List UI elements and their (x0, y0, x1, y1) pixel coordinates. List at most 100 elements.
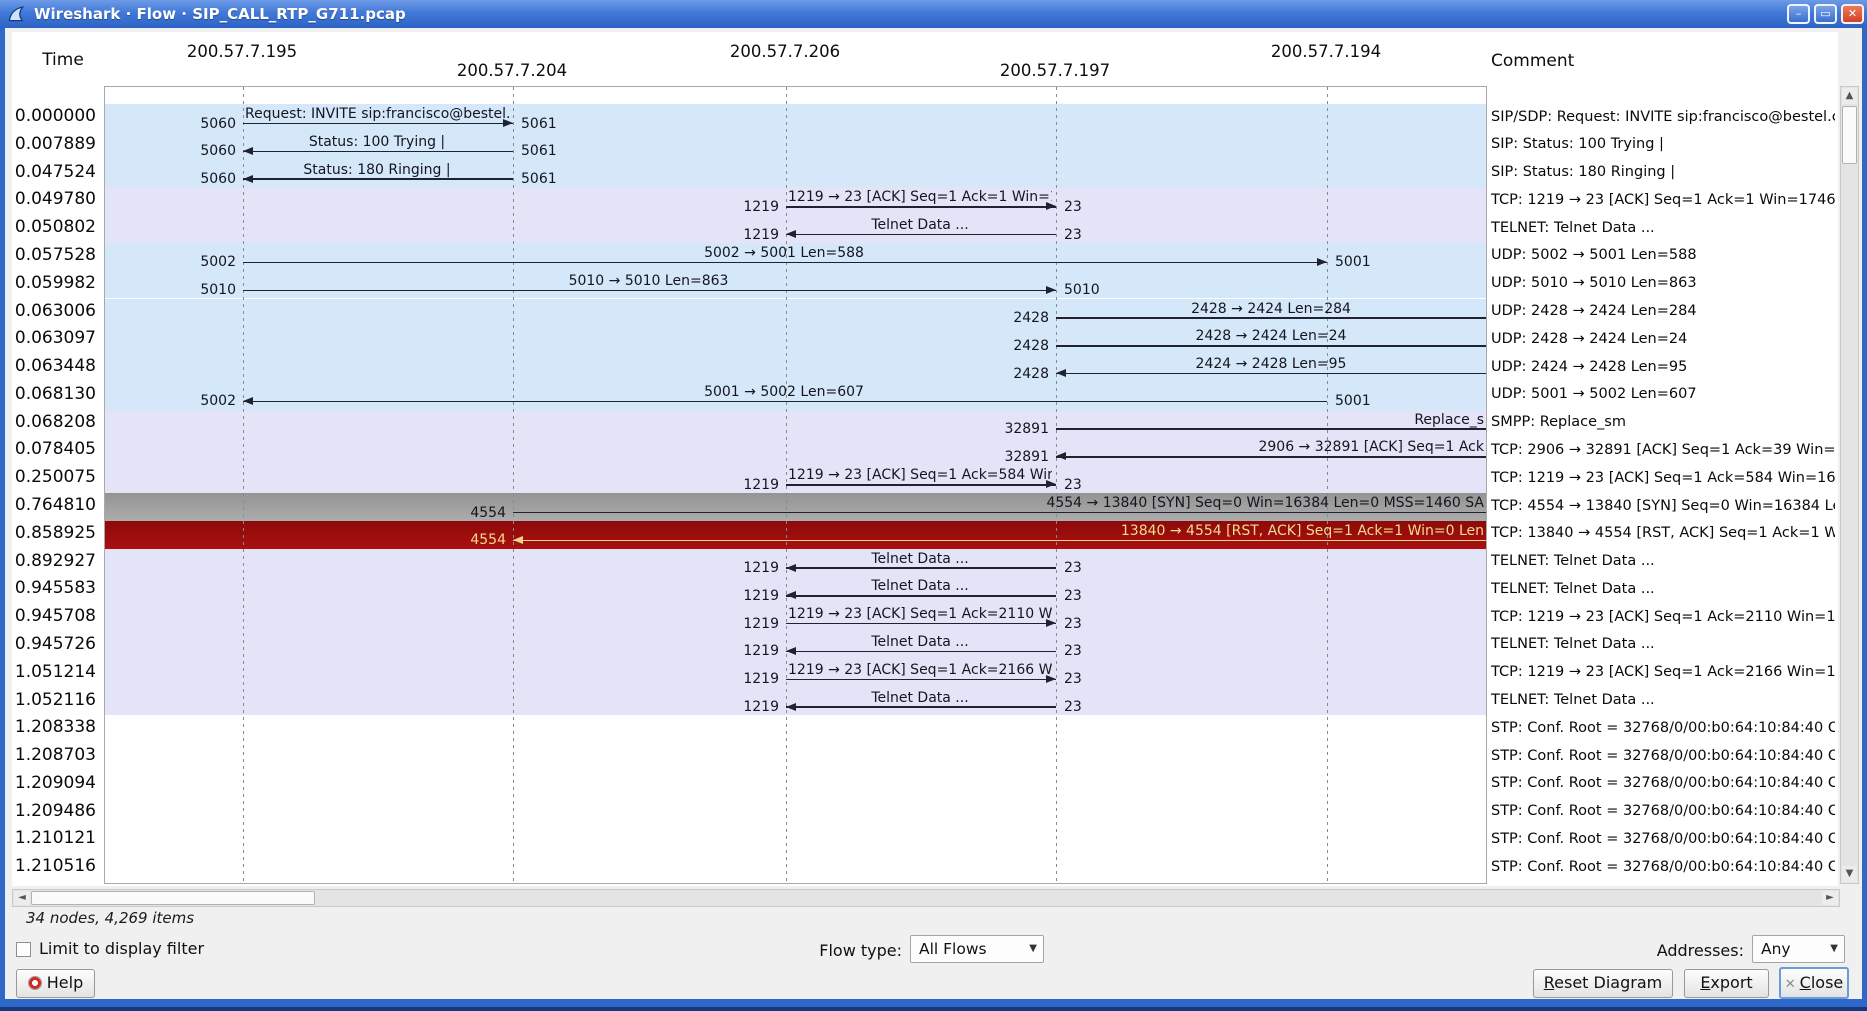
comment-value: STP: Conf. Root = 32768/0/00:b0:64:10:84… (1491, 802, 1835, 820)
flow-arrow-line (786, 651, 1056, 653)
flow-arrow-label: Request: INVITE sip:francisco@bestel.c..… (245, 106, 509, 123)
src-port-label: 1219 (694, 227, 779, 243)
comment-value: TELNET: Telnet Data ... (1491, 219, 1835, 237)
dst-port-label: 23 (1064, 588, 1149, 604)
comment-value: SIP/SDP: Request: INVITE sip:francisco@b… (1491, 108, 1835, 126)
limit-display-filter-checkbox[interactable] (16, 942, 31, 957)
comment-value: STP: Conf. Root = 32768/0/00:b0:64:10:84… (1491, 774, 1835, 792)
time-value: 0.892927 (8, 552, 96, 571)
window-title: Wireshark · Flow · SIP_CALL_RTP_G711.pca… (34, 5, 406, 23)
window-border-left (0, 28, 5, 1011)
scroll-right-icon[interactable]: ► (1822, 891, 1838, 905)
window-close-button[interactable]: ✕ (1841, 4, 1864, 24)
flow-arrow-line (786, 595, 1056, 597)
src-port-label: 1219 (694, 671, 779, 687)
flow-row-stripe[interactable] (105, 799, 1487, 827)
flow-arrow-line (243, 123, 513, 125)
flow-arrow-label: Status: 100 Trying | (245, 134, 509, 151)
src-port-label: 1219 (694, 560, 779, 576)
flow-arrow-label: 2428 → 2424 Len=24 (1058, 328, 1484, 345)
src-port-label: 5060 (151, 143, 236, 159)
time-value: 0.063006 (8, 302, 96, 321)
flow-arrow-label: 1219 → 23 [ACK] Seq=1 Ack=2166 Win... (788, 662, 1052, 679)
scroll-left-icon[interactable]: ◄ (14, 891, 30, 905)
flow-arrow-line (243, 151, 513, 153)
flow-arrow-line (1056, 428, 1487, 430)
horizontal-scroll-thumb[interactable] (31, 891, 315, 905)
src-port-label: 2428 (964, 366, 1049, 382)
comment-value: SMPP: Replace_sm (1491, 413, 1835, 431)
comment-value: TELNET: Telnet Data ... (1491, 580, 1835, 598)
dst-port-label: 23 (1064, 560, 1149, 576)
flow-diagram[interactable]: Request: INVITE sip:francisco@bestel.c..… (104, 86, 1487, 884)
time-value: 1.208703 (8, 746, 96, 765)
comment-value: UDP: 2428 → 2424 Len=24 (1491, 330, 1835, 348)
flow-arrow-line (786, 706, 1056, 708)
time-column-header: Time (30, 50, 96, 70)
time-value: 0.945708 (8, 607, 96, 626)
horizontal-scrollbar[interactable]: ◄ ► (12, 889, 1840, 907)
lifeline (243, 87, 244, 884)
comment-value: UDP: 5001 → 5002 Len=607 (1491, 385, 1835, 403)
help-button[interactable]: Help (16, 969, 95, 998)
flow-type-select[interactable]: All Flows ▼ (910, 935, 1044, 963)
src-port-label: 4554 (421, 505, 506, 521)
chevron-down-icon: ▼ (1830, 936, 1838, 962)
comment-value: STP: Conf. Root = 32768/0/00:b0:64:10:84… (1491, 830, 1835, 848)
close-button[interactable]: ✕Close (1779, 967, 1849, 999)
addresses-select[interactable]: Any ▼ (1752, 935, 1845, 963)
limit-display-filter-label[interactable]: Limit to display filter (39, 939, 204, 958)
status-text: 34 nodes, 4,269 items (26, 909, 194, 927)
flow-arrow-label: 13840 → 4554 [RST, ACK] Seq=1 Ack=1 Win=… (515, 523, 1484, 540)
flow-arrow-line (1056, 317, 1487, 319)
comment-value: SIP: Status: 100 Trying | (1491, 135, 1835, 153)
export-button[interactable]: Export (1684, 969, 1769, 998)
time-value: 0.047524 (8, 163, 96, 182)
dst-port-label: 5061 (521, 143, 606, 159)
flow-arrow-label: Telnet Data ... (788, 690, 1052, 707)
vertical-scroll-thumb[interactable] (1842, 106, 1857, 164)
time-value: 0.250075 (8, 468, 96, 487)
time-value: 0.059982 (8, 274, 96, 293)
time-value: 0.063448 (8, 357, 96, 376)
time-value: 1.209094 (8, 774, 96, 793)
flow-arrow-line (1056, 345, 1487, 347)
dst-port-label: 5010 (1064, 282, 1149, 298)
src-port-label: 1219 (694, 199, 779, 215)
comment-value: UDP: 2424 → 2428 Len=95 (1491, 358, 1835, 376)
src-port-label: 1219 (694, 588, 779, 604)
titlebar[interactable]: Wireshark · Flow · SIP_CALL_RTP_G711.pca… (0, 0, 1867, 28)
flow-arrow-label: 2428 → 2424 Len=284 (1058, 301, 1484, 318)
flow-arrow-label: 5010 → 5010 Len=863 (245, 273, 1052, 290)
vertical-scrollbar[interactable]: ▲ ▼ (1840, 86, 1859, 884)
comment-value: UDP: 5002 → 5001 Len=588 (1491, 246, 1835, 264)
flow-row-stripe[interactable] (105, 826, 1487, 854)
flow-arrow-line (786, 234, 1056, 236)
flow-arrow-line (243, 262, 1327, 264)
scroll-down-icon[interactable]: ▼ (1842, 866, 1857, 882)
flow-row-stripe[interactable] (105, 771, 1487, 799)
comment-value: TCP: 1219 → 23 [ACK] Seq=1 Ack=2110 Win=… (1491, 608, 1835, 626)
flow-arrow-line (786, 206, 1056, 208)
minimize-button[interactable]: – (1787, 4, 1810, 24)
src-port-label: 32891 (964, 421, 1049, 437)
flow-arrow-label: Telnet Data ... (788, 217, 1052, 234)
scroll-up-icon[interactable]: ▲ (1842, 88, 1857, 104)
flow-arrow-label: Replace_s (1058, 412, 1484, 429)
flow-arrow-label: 2424 → 2428 Len=95 (1058, 356, 1484, 373)
flow-row-stripe[interactable] (105, 854, 1487, 882)
time-value: 0.858925 (8, 524, 96, 543)
maximize-button[interactable]: ▭ (1814, 4, 1837, 24)
dst-port-label: 5061 (521, 171, 606, 187)
node-header: 200.57.7.206 (730, 42, 840, 61)
flow-row-stripe[interactable] (105, 743, 1487, 771)
chevron-down-icon: ▼ (1029, 936, 1037, 962)
reset-diagram-button[interactable]: Reset Diagram (1533, 969, 1673, 998)
node-header: 200.57.7.195 (187, 42, 297, 61)
flow-row-stripe[interactable] (105, 715, 1487, 743)
comment-value: TELNET: Telnet Data ... (1491, 635, 1835, 653)
time-value: 1.208338 (8, 718, 96, 737)
flow-arrow-line (243, 178, 513, 180)
time-value: 0.049780 (8, 190, 96, 209)
flow-arrow-label: 4554 → 13840 [SYN] Seq=0 Win=16384 Len=0… (515, 495, 1484, 512)
